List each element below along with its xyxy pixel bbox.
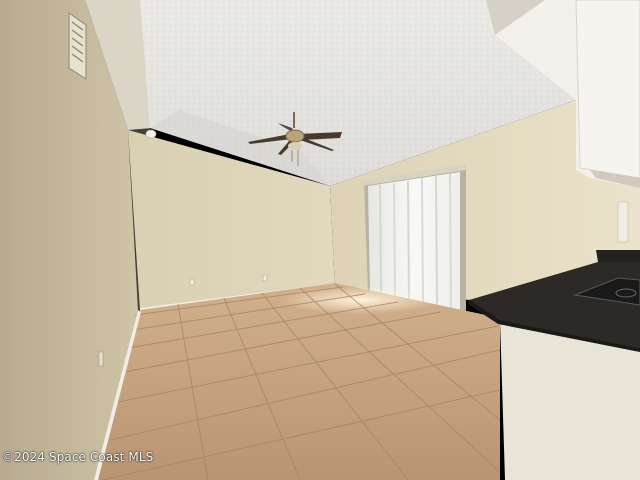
copyright-watermark: ©2024 Space Coast MLS bbox=[2, 450, 154, 464]
air-vent-icon bbox=[68, 12, 87, 80]
wall-outlet bbox=[98, 351, 104, 367]
smoke-detector-icon bbox=[145, 129, 157, 139]
room-illustration bbox=[0, 0, 640, 480]
room-photo: ©2024 Space Coast MLS bbox=[0, 0, 640, 480]
